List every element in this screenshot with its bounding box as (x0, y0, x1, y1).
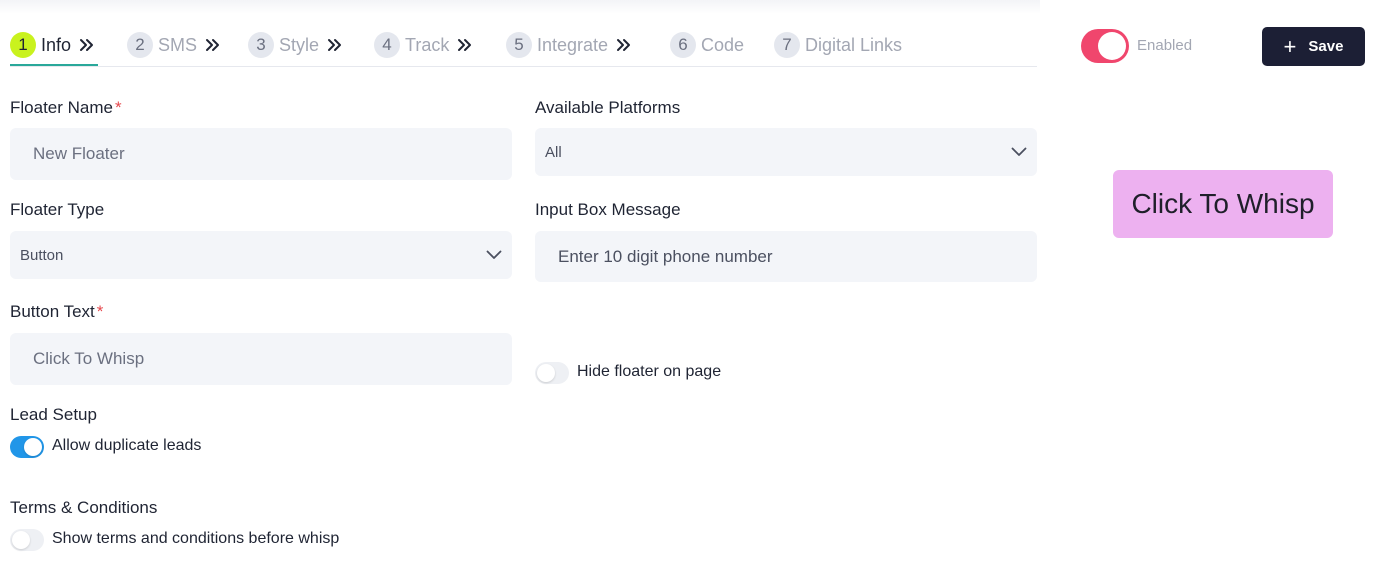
floater-preview-button[interactable]: Click To Whisp (1113, 170, 1333, 238)
floater-type-select[interactable]: Button (10, 231, 512, 279)
input-box-message-label: Input Box Message (535, 200, 681, 219)
input-box-message-input[interactable]: Enter 10 digit phone number (535, 231, 1037, 282)
tab-label: Style (279, 34, 320, 55)
tab-label: Info (41, 34, 72, 55)
show-terms-label: Show terms and conditions before whisp (52, 530, 340, 547)
toggle-knob (12, 531, 30, 549)
tab-number: 4 (374, 32, 400, 58)
required-asterisk: * (114, 98, 122, 117)
double-chevron-right-icon (457, 38, 473, 52)
toggle-knob (537, 364, 555, 382)
floater-name-input[interactable]: New Floater (10, 128, 512, 180)
tab-label: Code (701, 34, 745, 55)
tab-number: 7 (774, 32, 800, 58)
enabled-label: Enabled (1137, 37, 1193, 54)
tab-digital-links[interactable]: 7 Digital Links (774, 31, 902, 59)
hide-floater-label: Hide floater on page (577, 363, 722, 380)
double-chevron-right-icon (79, 38, 95, 52)
tab-track[interactable]: 4 Track (374, 31, 473, 59)
show-terms-toggle[interactable] (10, 529, 44, 551)
top-shade (0, 0, 1040, 14)
button-text-value: Click To Whisp (33, 349, 145, 368)
active-tab-underline (10, 64, 98, 66)
required-asterisk: * (96, 302, 104, 321)
tab-label: SMS (158, 34, 198, 55)
save-label: Save (1308, 38, 1344, 55)
floater-type-value: Button (20, 246, 64, 264)
tab-number: 1 (10, 32, 36, 58)
floater-name-label: Floater Name * (10, 98, 122, 118)
step-tabs: 1 Info 2 SMS 3 Style 4 Track 5 Integrate… (10, 31, 1037, 67)
floater-name-label-text: Floater Name (10, 98, 113, 117)
allow-duplicate-leads-toggle[interactable] (10, 436, 44, 458)
tab-code[interactable]: 6 Code (670, 31, 744, 59)
tab-info[interactable]: 1 Info (10, 31, 95, 59)
toggle-knob (24, 438, 42, 456)
tab-sms[interactable]: 2 SMS (127, 31, 221, 59)
input-box-message-placeholder: Enter 10 digit phone number (558, 246, 773, 266)
button-text-label: Button Text * (10, 302, 103, 322)
available-platforms-label: Available Platforms (535, 98, 681, 117)
tab-style[interactable]: 3 Style (248, 31, 343, 59)
chevron-down-icon (486, 250, 502, 260)
allow-duplicate-leads-label: Allow duplicate leads (52, 437, 202, 454)
available-platforms-select[interactable]: All (535, 128, 1037, 176)
plus-icon: + (1283, 33, 1297, 59)
enabled-toggle[interactable] (1081, 29, 1129, 63)
button-text-input[interactable]: Click To Whisp (10, 333, 512, 385)
tab-number: 5 (506, 32, 532, 58)
save-button[interactable]: + Save (1262, 27, 1365, 66)
tab-number: 3 (248, 32, 274, 58)
chevron-down-icon (1011, 147, 1027, 157)
tab-number: 2 (127, 32, 153, 58)
floater-type-label: Floater Type (10, 200, 105, 219)
tab-integrate[interactable]: 5 Integrate (506, 31, 632, 59)
double-chevron-right-icon (616, 38, 632, 52)
terms-title: Terms & Conditions (10, 498, 158, 517)
hide-floater-toggle[interactable] (535, 362, 569, 384)
tab-label: Digital Links (805, 34, 903, 55)
available-platforms-value: All (545, 143, 562, 161)
tab-label: Track (405, 34, 450, 55)
floater-name-value: New Floater (33, 144, 125, 163)
tab-number: 6 (670, 32, 696, 58)
toggle-knob (1098, 32, 1126, 60)
double-chevron-right-icon (327, 38, 343, 52)
lead-setup-title: Lead Setup (10, 405, 97, 424)
button-text-label-text: Button Text (10, 302, 95, 321)
tab-label: Integrate (537, 34, 609, 55)
double-chevron-right-icon (205, 38, 221, 52)
